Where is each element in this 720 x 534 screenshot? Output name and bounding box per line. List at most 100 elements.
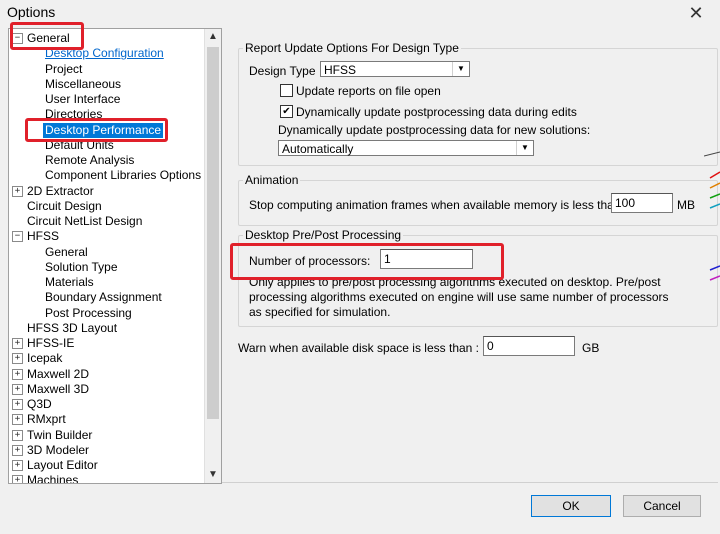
pre-post-note-line2: processing algorithms executed on engine… — [249, 290, 669, 304]
tree-item[interactable]: + Maxwell 3D — [12, 382, 202, 397]
tree-item[interactable]: − HFSS — [12, 229, 202, 244]
tree-item[interactable]: Post Processing — [12, 306, 202, 321]
design-type-value: HFSS — [324, 63, 357, 77]
scroll-up-icon[interactable]: ▲ — [205, 29, 221, 45]
tree-item-label: Miscellaneous — [45, 76, 122, 91]
tree-item[interactable]: Remote Analysis — [12, 153, 202, 168]
scroll-thumb[interactable] — [207, 47, 219, 419]
tree-item-label: Circuit NetList Design — [27, 214, 143, 228]
highlight-general — [10, 22, 84, 50]
new-solutions-value: Automatically — [282, 142, 354, 156]
tree-item-label: Project — [45, 61, 83, 76]
options-tree[interactable]: ▲ ▼ − General Desktop Configuration Project… — [8, 28, 222, 484]
animation-legend: Animation — [243, 173, 301, 187]
tree-item-label: Q3D — [27, 397, 52, 411]
tree-item-label: General — [45, 244, 88, 259]
plot-line — [704, 151, 720, 157]
tree-item[interactable]: + Machines — [12, 473, 202, 484]
report-update-legend: Report Update Options For Design Type — [243, 41, 461, 55]
tree-item-label: Layout Editor — [27, 458, 98, 472]
tree-item-label: Twin Builder — [27, 427, 93, 442]
highlight-processors — [230, 243, 504, 280]
cancel-button[interactable]: Cancel — [623, 495, 701, 517]
tree-item[interactable]: User Interface — [12, 92, 202, 107]
tree-item[interactable]: + RMxprt — [12, 412, 202, 427]
close-icon[interactable]: ✕ — [683, 2, 709, 24]
expand-icon[interactable]: + — [12, 185, 23, 197]
expand-icon[interactable]: + — [12, 399, 23, 410]
scroll-down-icon[interactable]: ▼ — [205, 467, 221, 483]
design-type-select[interactable]: HFSS ▼ — [320, 61, 470, 77]
tree-item[interactable]: Circuit NetList Design — [12, 214, 202, 229]
disk-space-input[interactable]: 0 — [483, 336, 575, 356]
tree-item-label: Materials — [45, 275, 94, 289]
tree-item[interactable]: Miscellaneous — [12, 77, 202, 92]
tree-item[interactable]: Materials — [12, 275, 202, 290]
plot-line — [709, 193, 720, 199]
tree-item-label: 3D Modeler — [27, 442, 90, 457]
pre-post-note-line3: as specified for simulation. — [249, 305, 391, 319]
tree-item-label: Post Processing — [45, 305, 132, 320]
new-solutions-label: Dynamically update postprocessing data f… — [278, 123, 591, 137]
tree-item-label: Maxwell 2D — [27, 366, 90, 381]
tree-item[interactable]: + HFSS-IE — [12, 336, 202, 351]
plot-line — [709, 265, 720, 271]
tree-item[interactable]: Circuit Design — [12, 199, 202, 214]
tree-item-label: RMxprt — [27, 412, 66, 427]
expand-icon[interactable]: + — [12, 429, 23, 441]
tree-item[interactable]: + Icepak — [12, 351, 202, 366]
tree-item[interactable]: +2D Extractor — [12, 184, 202, 199]
tree-item[interactable]: Boundary Assignment — [12, 290, 202, 305]
tree-item-label: HFSS-IE — [27, 336, 75, 350]
tree-item-label: Icepak — [27, 351, 63, 366]
bottom-separator — [222, 482, 718, 483]
plot-line — [709, 182, 720, 189]
expand-icon[interactable]: + — [12, 338, 23, 349]
expand-icon[interactable]: + — [12, 383, 23, 395]
tree-item[interactable]: HFSS 3D Layout — [12, 321, 202, 336]
tree-item[interactable]: Project — [12, 62, 202, 77]
chevron-down-icon: ▼ — [452, 62, 469, 76]
plot-line — [709, 203, 720, 209]
disk-space-unit: GB — [582, 341, 600, 355]
collapse-icon[interactable]: − — [12, 231, 23, 243]
design-type-label: Design Type — [249, 64, 316, 78]
tree-item-label: Solution Type — [45, 259, 118, 274]
animation-stop-label: Stop computing animation frames when ava… — [249, 198, 624, 212]
dynamic-update-label: Dynamically update postprocessing data d… — [296, 105, 577, 119]
expand-icon[interactable]: + — [12, 368, 23, 380]
new-solutions-select[interactable]: Automatically ▼ — [278, 140, 534, 156]
chevron-down-icon: ▼ — [516, 141, 533, 155]
dynamic-update-checkbox[interactable]: ✔ — [280, 105, 293, 118]
tree-item-label: Component Libraries Options — [45, 168, 202, 183]
tree-item[interactable]: General — [12, 245, 202, 260]
expand-icon[interactable]: + — [12, 414, 23, 426]
tree-item-label: User Interface — [45, 92, 121, 106]
tree-item[interactable]: + Twin Builder — [12, 428, 202, 443]
tree-item[interactable]: +3D Modeler — [12, 443, 202, 458]
tree-item[interactable]: + Q3D — [12, 397, 202, 412]
expand-icon[interactable]: + — [12, 460, 23, 471]
update-on-open-checkbox[interactable] — [280, 84, 293, 97]
expand-icon[interactable]: + — [12, 353, 23, 365]
expand-icon[interactable]: + — [12, 475, 23, 483]
background-plot-lines — [704, 151, 720, 281]
highlight-desktop-performance — [25, 118, 168, 142]
expand-icon[interactable]: + — [12, 444, 23, 456]
tree-item-label: Circuit Design — [27, 198, 102, 213]
tree-item-label: Machines — [27, 473, 79, 484]
tree-item[interactable]: + Layout Editor — [12, 458, 202, 473]
ok-button[interactable]: OK — [531, 495, 611, 517]
tree-item-label: Boundary Assignment — [45, 290, 162, 305]
tree-item[interactable]: + Maxwell 2D — [12, 367, 202, 382]
tree-item[interactable]: Component Libraries Options — [12, 168, 202, 183]
tree-item-label: Remote Analysis — [45, 153, 135, 167]
tree-item-label: 2D Extractor — [27, 183, 94, 198]
tree-scrollbar[interactable]: ▲ ▼ — [204, 29, 221, 483]
update-on-open-label: Update reports on file open — [296, 84, 441, 98]
tree-item[interactable]: Solution Type — [12, 260, 202, 275]
pre-post-note: Only applies to pre/post processing algo… — [249, 275, 669, 320]
animation-memory-input[interactable]: 100 — [611, 193, 673, 213]
title-bar: Options ✕ — [0, 0, 720, 26]
pre-post-legend: Desktop Pre/Post Processing — [243, 228, 404, 242]
